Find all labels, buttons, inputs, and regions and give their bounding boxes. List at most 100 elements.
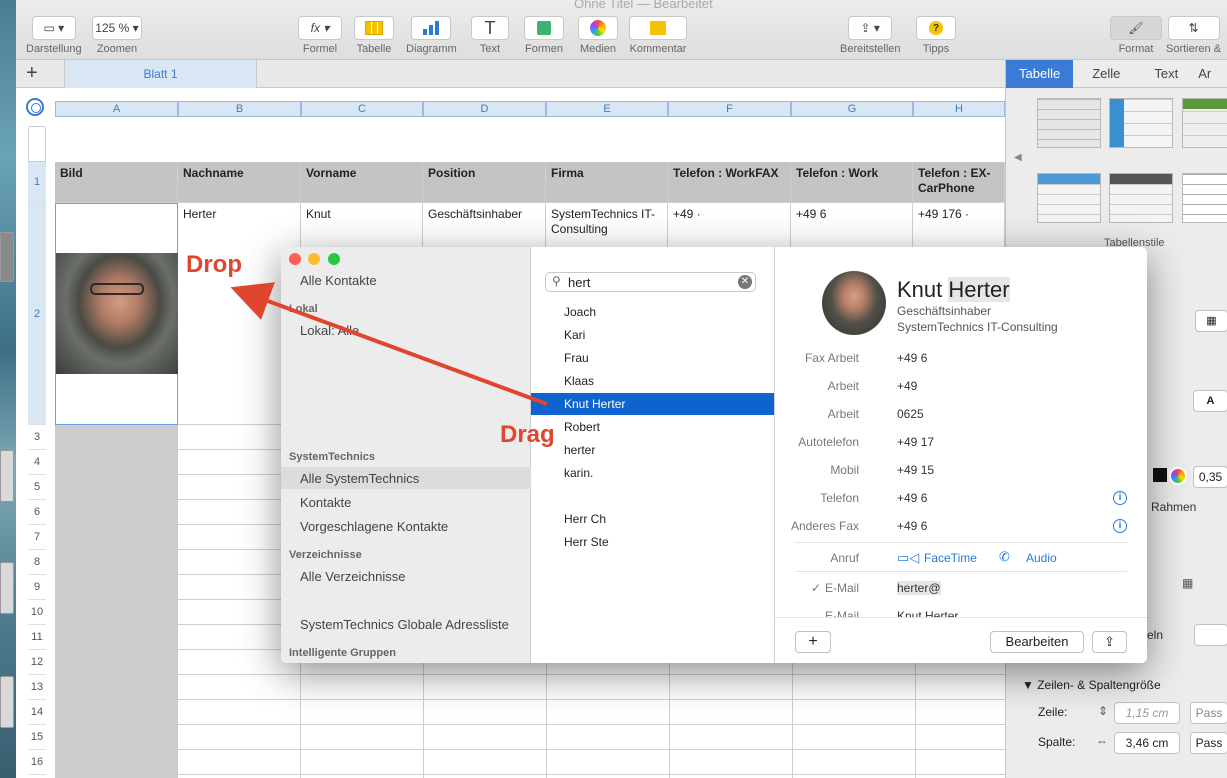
tab-anordnen[interactable]: Ar — [1192, 60, 1211, 88]
contact-avatar[interactable] — [822, 271, 886, 335]
contact-list-item[interactable]: Joach — [564, 305, 596, 319]
sidebar-item-lokal-alle[interactable]: Lokal: Alle — [300, 323, 359, 338]
column-width-field[interactable]: 3,46 cm — [1114, 732, 1180, 754]
shape-button[interactable]: Formen — [524, 16, 564, 55]
minimize-window-icon[interactable] — [308, 253, 320, 265]
header-cell-carphone[interactable]: Telefon : EX-CarPhone — [913, 162, 1005, 203]
row-header[interactable]: 7 — [28, 525, 46, 550]
clear-search-icon[interactable]: ✕ — [738, 275, 752, 289]
table-style-thumb[interactable] — [1037, 173, 1101, 223]
add-sheet-button[interactable]: + — [26, 63, 38, 83]
table-style-thumb[interactable] — [1182, 98, 1227, 148]
styles-prev-icon[interactable]: ◀ — [1014, 152, 1022, 163]
tab-blatt-1[interactable]: Blatt 1 — [64, 60, 257, 88]
table-style-thumb[interactable] — [1182, 173, 1227, 223]
row-header[interactable]: 12 — [28, 650, 46, 675]
contact-list-item[interactable]: herter — [564, 443, 595, 457]
desktop-alias-icon[interactable] — [0, 676, 14, 728]
comment-button[interactable]: Kommentar — [629, 16, 687, 55]
field-value[interactable]: +49 — [897, 379, 917, 393]
field-value[interactable]: +49 6 — [897, 519, 927, 533]
tab-tabelle[interactable]: Tabelle — [1006, 60, 1074, 88]
facetime-button[interactable]: FaceTime — [924, 551, 977, 565]
row-header[interactable]: 10 — [28, 600, 46, 625]
desktop-app-icon[interactable] — [0, 232, 14, 282]
contact-list-item[interactable]: Herr Ste — [564, 535, 609, 549]
zoom-window-icon[interactable] — [328, 253, 340, 265]
media-button[interactable]: Medien — [578, 16, 618, 55]
audio-call-button[interactable]: Audio — [1026, 551, 1057, 565]
contact-list-item-selected[interactable]: Knut Herter — [564, 397, 625, 411]
share-button[interactable]: ⇪ ▾ Bereitstellen — [840, 16, 901, 55]
color-wheel-icon[interactable] — [1169, 467, 1187, 485]
row-header[interactable]: 5 — [28, 475, 46, 500]
contact-list-item[interactable]: Klaas — [564, 374, 594, 388]
format-button[interactable]: 🖌 Format — [1110, 16, 1162, 55]
header-cell-vorname[interactable]: Vorname — [301, 162, 423, 203]
grid-layout-icon[interactable]: ▦ — [1182, 576, 1193, 590]
view-button[interactable]: ▭ ▾ Darstellung — [26, 16, 82, 55]
sidebar-item-alle-systemtechnics[interactable]: Alle SystemTechnics — [300, 471, 419, 486]
field-value[interactable]: +49 15 — [897, 463, 934, 477]
column-header-f[interactable]: F — [668, 101, 791, 117]
header-cell-firma[interactable]: Firma — [546, 162, 668, 203]
chart-button[interactable]: Diagramm — [406, 16, 457, 55]
table-style-thumb[interactable] — [1109, 98, 1173, 148]
header-cell-work[interactable]: Telefon : Work — [791, 162, 913, 203]
desktop-alias-icon[interactable] — [0, 562, 14, 614]
edit-button[interactable]: Bearbeiten — [990, 631, 1084, 653]
contact-list-item[interactable]: Herr Ch — [564, 512, 606, 526]
header-cell-position[interactable]: Position — [423, 162, 546, 203]
tab-text[interactable]: Text — [1134, 60, 1192, 88]
formula-button[interactable]: fx ▾ Formel — [298, 16, 342, 55]
search-field[interactable]: ⚲ hert ✕ — [545, 272, 756, 292]
row-header[interactable]: 2 — [28, 203, 46, 425]
column-header-b[interactable]: B — [178, 101, 301, 117]
font-button[interactable]: A — [1193, 390, 1227, 412]
row-header[interactable]: 6 — [28, 500, 46, 525]
row-header[interactable]: 13 — [28, 675, 46, 700]
row-handle-top[interactable] — [28, 126, 46, 162]
column-header-c[interactable]: C — [301, 101, 423, 117]
row-header[interactable]: 14 — [28, 700, 46, 725]
header-cell-bild[interactable]: Bild — [55, 162, 178, 203]
row-header[interactable]: 9 — [28, 575, 46, 600]
sidebar-item-vorgeschlagene[interactable]: Vorgeschlagene Kontakte — [300, 519, 448, 534]
row-header[interactable]: 16 — [28, 750, 46, 775]
share-contact-icon[interactable]: ⇪ — [1092, 631, 1127, 653]
sidebar-item-all-contacts[interactable]: Alle Kontakte — [300, 273, 377, 288]
row-height-field[interactable]: 1,15 cm — [1114, 702, 1180, 724]
tab-zelle[interactable]: Zelle — [1073, 60, 1134, 88]
text-button[interactable]: T Text — [471, 16, 509, 55]
info-icon[interactable]: i — [1113, 491, 1127, 505]
column-header-g[interactable]: G — [791, 101, 913, 117]
sidebar-item-alle-verzeichnisse[interactable]: Alle Verzeichnisse — [300, 569, 406, 584]
tips-button[interactable]: ? Tipps — [916, 16, 956, 55]
zoom-control[interactable]: 125 % ▾ Zoomen — [92, 16, 142, 55]
contact-list-item[interactable]: Frau — [564, 351, 589, 365]
table-style-thumb[interactable] — [1109, 173, 1173, 223]
row-header[interactable]: 8 — [28, 550, 46, 575]
field-value[interactable]: +49 6 — [897, 351, 927, 365]
zoom-select[interactable]: 125 % ▾ — [92, 16, 142, 40]
row-option-button[interactable] — [1194, 624, 1227, 646]
size-section-header[interactable]: ▼ Zeilen- & Spaltengröße — [1022, 678, 1161, 692]
close-window-icon[interactable] — [289, 253, 301, 265]
border-width-field[interactable]: 0,35 — [1193, 466, 1227, 488]
sidebar-item-global-list[interactable]: SystemTechnics Globale Adressliste — [300, 617, 509, 632]
row-header[interactable]: 11 — [28, 625, 46, 650]
sort-button[interactable]: ⇅ Sortieren & — [1166, 16, 1221, 55]
table-select-handle[interactable] — [26, 98, 44, 116]
column-header-h[interactable]: H — [913, 101, 1005, 117]
color-swatch[interactable] — [1153, 468, 1167, 482]
table-style-thumb[interactable] — [1037, 98, 1101, 148]
table-grid-button[interactable]: ▦ — [1195, 310, 1227, 332]
column-header-e[interactable]: E — [546, 101, 668, 117]
column-header-a[interactable]: A — [55, 101, 178, 117]
header-cell-workfax[interactable]: Telefon : WorkFAX — [668, 162, 791, 203]
field-value[interactable]: 0625 — [897, 407, 924, 421]
row-header[interactable]: 15 — [28, 725, 46, 750]
table-button[interactable]: Tabelle — [354, 16, 394, 55]
fit-row-button[interactable]: Pass — [1190, 702, 1227, 724]
field-value[interactable]: +49 17 — [897, 435, 934, 449]
